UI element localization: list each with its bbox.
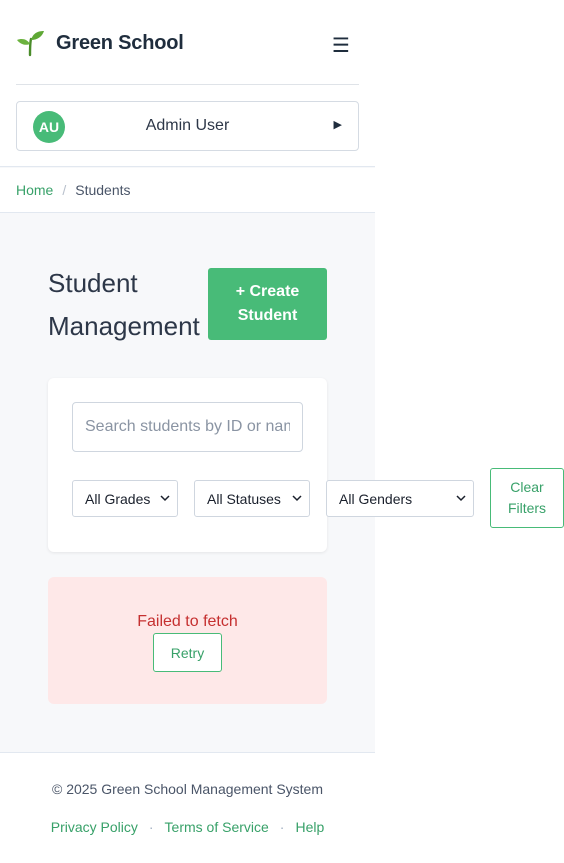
main-panel: Green School ☰ AU Admin User ▶ Home / St… <box>0 0 564 863</box>
copyright-text: © 2025 Green School Management System <box>51 781 324 797</box>
top-header: Green School ☰ AU Admin User ▶ <box>0 0 375 167</box>
user-name: Admin User <box>145 117 230 134</box>
search-input[interactable] <box>72 402 303 452</box>
breadcrumb-current: Students <box>75 182 131 198</box>
footer-separator: · <box>279 819 285 835</box>
create-student-button[interactable]: + Create Student <box>208 268 327 340</box>
sprout-icon <box>16 28 46 58</box>
footer-separator: · <box>148 819 154 835</box>
retry-button[interactable]: Retry <box>153 633 222 672</box>
caret-right-icon: ▶ <box>333 118 342 131</box>
error-message: Failed to fetch <box>137 613 238 630</box>
grade-filter-select[interactable]: All Grades <box>72 480 178 517</box>
filter-card: All Grades All Statuses All Genders Clea… <box>48 378 564 552</box>
user-menu-toggle[interactable]: AU Admin User ▶ <box>16 101 359 151</box>
page-title: Student Management <box>48 268 200 341</box>
footer: © 2025 Green School Management System Pr… <box>0 752 375 863</box>
app-root: Green School ☰ AU Admin User ▶ Home / St… <box>0 0 564 863</box>
grade-filter-value: All Grades <box>85 490 151 507</box>
terms-of-service-link[interactable]: Terms of Service <box>165 819 269 835</box>
brand-name: Green School <box>56 31 184 54</box>
clear-filters-button[interactable]: Clear Filters <box>490 468 564 528</box>
error-alert: Failed to fetch Retry <box>48 577 327 704</box>
breadcrumb-separator: / <box>62 182 67 198</box>
chevron-down-icon <box>292 495 302 502</box>
breadcrumb: Home / Students <box>0 168 375 213</box>
hamburger-menu-icon[interactable]: ☰ <box>327 32 355 58</box>
chevron-down-icon <box>456 495 466 502</box>
gender-filter-value: All Genders <box>339 490 413 507</box>
gender-filter-select[interactable]: All Genders <box>326 480 474 517</box>
footer-links: Privacy Policy · Terms of Service · Help <box>0 819 375 835</box>
header-divider <box>16 84 359 85</box>
breadcrumb-home-link[interactable]: Home <box>16 182 53 198</box>
status-filter-value: All Statuses <box>207 490 281 507</box>
help-link[interactable]: Help <box>295 819 324 835</box>
brand[interactable]: Green School <box>16 28 184 58</box>
chevron-down-icon <box>160 495 170 502</box>
status-filter-select[interactable]: All Statuses <box>194 480 310 517</box>
privacy-policy-link[interactable]: Privacy Policy <box>51 819 138 835</box>
